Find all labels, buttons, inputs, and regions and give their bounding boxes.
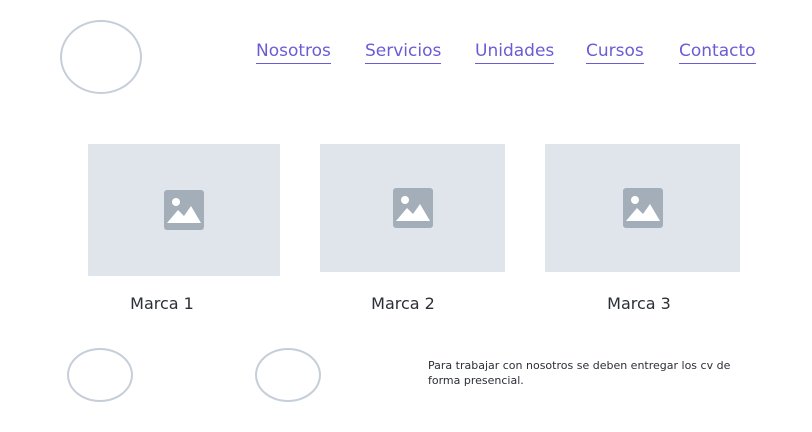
nav-link-cursos[interactable]: Cursos bbox=[586, 40, 644, 64]
brand-image-1 bbox=[88, 144, 280, 276]
footer-note: Para trabajar con nosotros se deben entr… bbox=[428, 359, 731, 387]
brand-image-3 bbox=[545, 144, 740, 272]
footer-circle-1[interactable] bbox=[67, 348, 133, 402]
image-placeholder-icon bbox=[164, 190, 204, 230]
nav-link-contacto[interactable]: Contacto bbox=[679, 40, 756, 64]
brand-caption-3: Marca 3 bbox=[607, 294, 671, 313]
brand-image-2 bbox=[320, 144, 505, 272]
nav-link-nosotros[interactable]: Nosotros bbox=[256, 40, 331, 64]
image-placeholder-icon bbox=[392, 188, 433, 228]
footer-circle-2[interactable] bbox=[255, 348, 321, 402]
image-placeholder-icon bbox=[622, 188, 663, 228]
nav-link-servicios[interactable]: Servicios bbox=[365, 40, 442, 64]
brand-caption-2: Marca 2 bbox=[371, 294, 435, 313]
nav-link-unidades[interactable]: Unidades bbox=[475, 40, 555, 64]
brand-caption-1: Marca 1 bbox=[130, 294, 194, 313]
main-nav: Nosotros Servicios Unidades Cursos Conta… bbox=[0, 40, 812, 66]
